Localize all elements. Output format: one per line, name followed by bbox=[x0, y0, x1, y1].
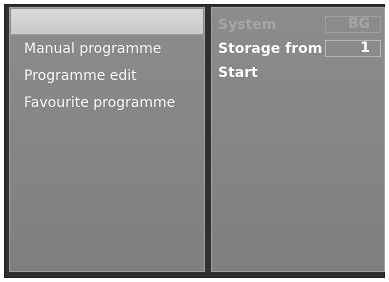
programme-menu-panel: Manual programme Programme edit Favourit… bbox=[9, 7, 205, 272]
system-value-field[interactable]: BG bbox=[325, 16, 381, 33]
tv-menu-screen: Manual programme Programme edit Favourit… bbox=[0, 0, 389, 282]
start-option[interactable]: Start bbox=[218, 65, 258, 81]
settings-panel: System BG Storage from 1 Start bbox=[211, 7, 385, 272]
menu-item-favourite-programme[interactable]: Favourite programme bbox=[24, 95, 175, 111]
storage-from-value-field[interactable]: 1 bbox=[325, 40, 381, 57]
menu-item-label: Programme edit bbox=[24, 68, 137, 84]
menu-item-manual-programme[interactable]: Manual programme bbox=[24, 41, 161, 57]
storage-from-label: Storage from bbox=[218, 41, 323, 57]
system-label: System bbox=[218, 17, 277, 33]
menu-item-label: Favourite programme bbox=[24, 95, 176, 111]
menu-item-selected[interactable] bbox=[11, 9, 203, 35]
menu-item-programme-edit[interactable]: Programme edit bbox=[24, 68, 137, 84]
menu-item-label: Manual programme bbox=[24, 41, 162, 57]
